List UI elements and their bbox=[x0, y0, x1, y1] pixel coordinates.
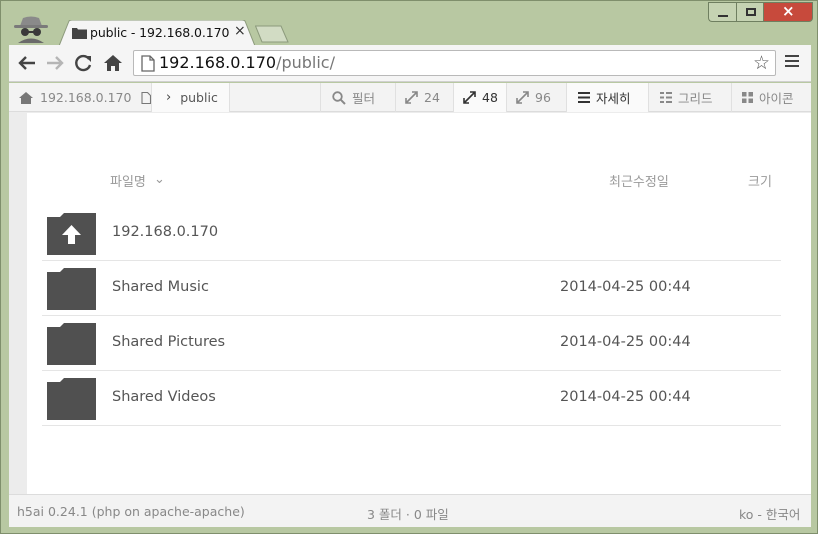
file-row[interactable]: Shared Pictures 2014-04-25 00:44 bbox=[42, 316, 781, 371]
browser-window: public - 192.168.0.170 > × × 192.168.0.1… bbox=[0, 0, 818, 534]
view-details-button[interactable]: 자세히 bbox=[566, 83, 649, 112]
maximize-icon bbox=[746, 8, 756, 16]
document-icon bbox=[141, 91, 152, 104]
search-icon bbox=[332, 90, 346, 105]
back-button[interactable] bbox=[16, 53, 38, 73]
folder-file-summary: 3 폴더 · 0 파일 bbox=[367, 507, 449, 522]
folder-icon bbox=[47, 378, 96, 420]
page-icon bbox=[141, 55, 155, 72]
address-url[interactable]: 192.168.0.170/public/ bbox=[159, 53, 335, 72]
column-header-size[interactable]: 크기 bbox=[748, 171, 772, 190]
resize-icon bbox=[463, 91, 476, 104]
language-selector[interactable]: ko - 한국어 bbox=[739, 504, 800, 523]
chevron-right-icon: › bbox=[166, 90, 172, 105]
size-96-label: 96 bbox=[535, 90, 551, 105]
file-row-parent[interactable]: 192.168.0.170 bbox=[42, 206, 781, 261]
list-icon bbox=[578, 92, 590, 103]
folder-parent-icon bbox=[47, 213, 96, 255]
view-grid-label: 그리드 bbox=[678, 91, 713, 106]
breadcrumb-current-label: public bbox=[180, 90, 218, 105]
maximize-button[interactable] bbox=[736, 2, 763, 22]
home-icon bbox=[19, 91, 33, 104]
folder-icon bbox=[47, 268, 96, 310]
new-tab-button[interactable] bbox=[255, 25, 289, 43]
h5ai-topbar: 192.168.0.170 › public 필터 24 48 96 자세히 그… bbox=[9, 83, 811, 112]
browser-menu-button[interactable] bbox=[785, 55, 799, 69]
size-48-label: 48 bbox=[482, 90, 498, 105]
toolbar-divider bbox=[320, 83, 321, 112]
icons-view-icon bbox=[742, 92, 753, 103]
file-row[interactable]: Shared Music 2014-04-25 00:44 bbox=[42, 261, 781, 316]
size-24-button[interactable]: 24 bbox=[405, 83, 440, 112]
toolbar-divider bbox=[731, 83, 732, 112]
size-48-button[interactable]: 48 bbox=[453, 83, 507, 112]
minimize-icon bbox=[718, 15, 728, 17]
column-header-date[interactable]: 최근수정일 bbox=[609, 171, 669, 190]
tab-title: public - 192.168.0.170 > bbox=[90, 25, 230, 40]
file-date: 2014-04-25 00:44 bbox=[560, 334, 691, 350]
file-date: 2014-04-25 00:44 bbox=[560, 279, 691, 295]
home-button[interactable] bbox=[102, 53, 124, 73]
tab-folder-icon bbox=[72, 28, 87, 39]
breadcrumb-host[interactable]: 192.168.0.170 bbox=[19, 83, 152, 112]
view-icons-button[interactable]: 아이콘 bbox=[742, 83, 794, 112]
grid-icon bbox=[660, 92, 672, 103]
file-date: 2014-04-25 00:44 bbox=[560, 389, 691, 405]
folder-icon bbox=[47, 323, 96, 365]
file-row[interactable]: Shared Videos 2014-04-25 00:44 bbox=[42, 371, 781, 426]
reload-button[interactable] bbox=[73, 53, 95, 73]
version-info[interactable]: h5ai 0.24.1 (php on apache-apache) bbox=[17, 504, 245, 519]
file-name: Shared Music bbox=[112, 279, 209, 295]
column-header-name[interactable]: 파일명 ⌄ bbox=[110, 171, 165, 190]
browser-tab-active[interactable]: public - 192.168.0.170 > × bbox=[59, 20, 255, 46]
file-name: 192.168.0.170 bbox=[112, 224, 219, 240]
file-list-panel: 파일명 ⌄ 최근수정일 크기 192.168.0.170 Shared Musi… bbox=[27, 113, 811, 494]
close-icon: × bbox=[782, 2, 795, 20]
tab-close-button[interactable]: × bbox=[234, 23, 246, 39]
size-96-button[interactable]: 96 bbox=[516, 83, 551, 112]
file-name: Shared Videos bbox=[112, 389, 216, 405]
breadcrumb-host-label: 192.168.0.170 bbox=[40, 90, 132, 105]
size-24-label: 24 bbox=[424, 90, 440, 105]
window-close-button[interactable]: × bbox=[763, 2, 813, 22]
address-bar[interactable]: 192.168.0.170/public/ ☆ bbox=[133, 50, 776, 76]
forward-button[interactable] bbox=[44, 53, 66, 73]
browser-toolbar: 192.168.0.170/public/ ☆ bbox=[9, 45, 811, 82]
filter-button[interactable]: 필터 bbox=[332, 83, 375, 112]
sort-chevron-down-icon: ⌄ bbox=[154, 172, 165, 187]
incognito-icon bbox=[14, 16, 48, 43]
resize-icon bbox=[405, 91, 418, 104]
column-name-label: 파일명 bbox=[110, 175, 146, 190]
file-name: Shared Pictures bbox=[112, 334, 226, 350]
breadcrumb-current[interactable]: › public bbox=[151, 83, 230, 112]
resize-icon bbox=[516, 91, 529, 104]
minimize-button[interactable] bbox=[708, 2, 736, 22]
view-icons-label: 아이콘 bbox=[759, 91, 794, 106]
view-details-label: 자세히 bbox=[596, 91, 631, 106]
toolbar-divider bbox=[395, 83, 396, 112]
view-grid-button[interactable]: 그리드 bbox=[660, 83, 713, 112]
filter-label: 필터 bbox=[352, 91, 376, 106]
bookmark-star-icon[interactable]: ☆ bbox=[753, 52, 770, 74]
h5ai-bottombar: h5ai 0.24.1 (php on apache-apache) 3 폴더 … bbox=[9, 494, 811, 527]
page-viewport: 192.168.0.170 › public 필터 24 48 96 자세히 그… bbox=[9, 83, 811, 527]
